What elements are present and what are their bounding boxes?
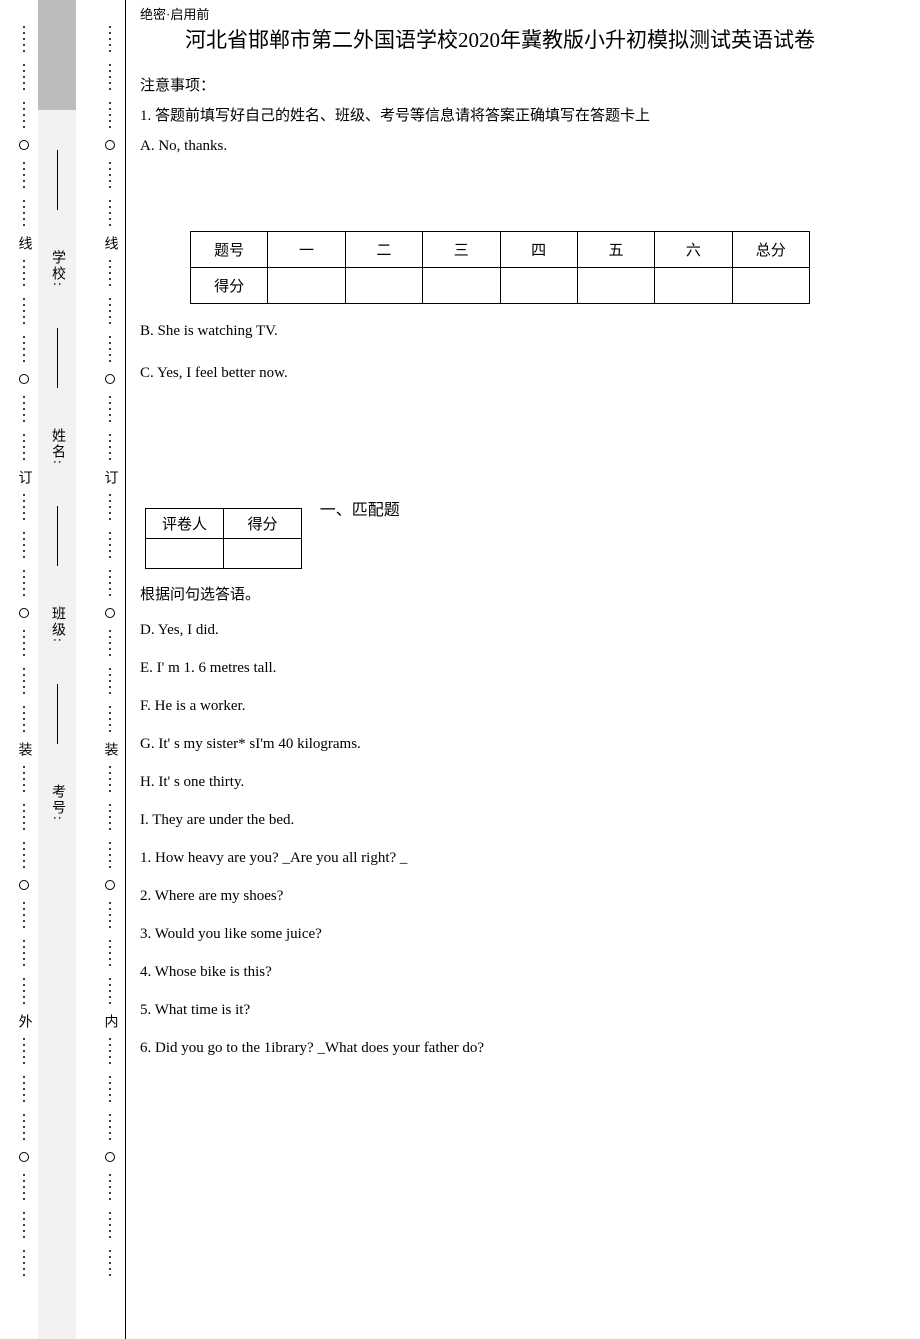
score-col: 三 — [423, 231, 500, 267]
circle-mark-icon — [105, 1152, 115, 1162]
binding-char: 线 — [14, 236, 34, 250]
circle-mark-icon — [105, 608, 115, 618]
info-line — [57, 328, 58, 388]
circle-mark-icon — [105, 880, 115, 890]
score-cell — [655, 267, 732, 303]
question-1: 1. How heavy are you? _Are you all right… — [140, 846, 860, 870]
score-table: 题号 一 二 三 四 五 六 总分 得分 — [190, 231, 810, 304]
grader-table: 评卷人 得分 — [145, 508, 302, 569]
circle-mark-icon — [19, 608, 29, 618]
option-i: I. They are under the bed. — [140, 808, 860, 832]
secret-label: 绝密·启用前 — [140, 4, 860, 23]
instruction-text: 根据问句选答语。 — [140, 583, 860, 604]
binding-strip-outer: 线 订 装 外 — [16, 0, 31, 1339]
binding-char: 订 — [100, 470, 120, 484]
notice-line1: 1. 答题前填写好自己的姓名、班级、考号等信息请将答案正确填写在答题卡上 — [140, 101, 860, 131]
option-g: G. It' s my sister* sI'm 40 kilograms. — [140, 732, 860, 756]
section-title: 一、匹配题 — [320, 496, 400, 520]
score-col: 六 — [655, 231, 732, 267]
score-cell — [345, 267, 422, 303]
score-cell — [268, 267, 345, 303]
question-4: 4. Whose bike is this? — [140, 960, 860, 984]
notice-block: 注意事项： 1. 答题前填写好自己的姓名、班级、考号等信息请将答案正确填写在答题… — [140, 71, 860, 161]
info-name: 姓名: — [47, 428, 67, 466]
binding-border-line — [125, 0, 126, 1339]
grader-row: 评卷人 得分 一、匹配题 — [140, 448, 860, 569]
info-line — [57, 684, 58, 744]
option-a: A. No, thanks. — [140, 131, 860, 161]
score-col: 二 — [345, 231, 422, 267]
circle-mark-icon — [19, 140, 29, 150]
table-row: 题号 一 二 三 四 五 六 总分 — [191, 231, 810, 267]
gray-header-block — [38, 0, 76, 110]
question-6: 6. Did you go to the 1ibrary? _What does… — [140, 1036, 860, 1060]
exam-title: 河北省邯郸市第二外国语学校2020年冀教版小升初模拟测试英语试卷 — [140, 25, 860, 57]
score-cell — [423, 267, 500, 303]
circle-mark-icon — [19, 880, 29, 890]
option-d: D. Yes, I did. — [140, 618, 860, 642]
score-cell — [732, 267, 809, 303]
question-list: 1. How heavy are you? _Are you all right… — [140, 846, 860, 1060]
binding-char: 装 — [14, 742, 34, 756]
score-col: 一 — [268, 231, 345, 267]
circle-mark-icon — [19, 374, 29, 384]
info-class: 班级: — [47, 606, 67, 644]
question-2: 2. Where are my shoes? — [140, 884, 860, 908]
binding-char: 订 — [14, 470, 34, 484]
info-line — [57, 150, 58, 210]
answer-options: D. Yes, I did. E. I' m 1. 6 metres tall.… — [140, 618, 860, 832]
score-label: 得分 — [191, 267, 268, 303]
grader-col2: 得分 — [224, 508, 302, 538]
score-cell — [577, 267, 654, 303]
question-3: 3. Would you like some juice? — [140, 922, 860, 946]
option-e: E. I' m 1. 6 metres tall. — [140, 656, 860, 680]
student-info-column: 考号: 班级: 姓名: 学校: — [38, 110, 76, 1339]
grader-empty — [146, 538, 224, 568]
question-5: 5. What time is it? — [140, 998, 860, 1022]
score-row-label: 题号 — [191, 231, 268, 267]
option-c: C. Yes, I feel better now. — [140, 358, 860, 388]
grader-col1: 评卷人 — [146, 508, 224, 538]
info-line — [57, 506, 58, 566]
circle-mark-icon — [105, 140, 115, 150]
option-f: F. He is a worker. — [140, 694, 860, 718]
table-row — [146, 538, 302, 568]
option-h: H. It' s one thirty. — [140, 770, 860, 794]
table-row: 得分 — [191, 267, 810, 303]
circle-mark-icon — [105, 374, 115, 384]
binding-char: 装 — [100, 742, 120, 756]
grader-empty — [224, 538, 302, 568]
info-exam-no: 考号: — [47, 784, 67, 822]
table-row: 评卷人 得分 — [146, 508, 302, 538]
score-cell — [500, 267, 577, 303]
score-col: 总分 — [732, 231, 809, 267]
score-col: 五 — [577, 231, 654, 267]
notice-heading: 注意事项： — [140, 71, 860, 101]
info-school: 学校: — [47, 250, 67, 288]
binding-strip-inner: 线 订 装 内 — [102, 0, 117, 1339]
binding-char: 线 — [100, 236, 120, 250]
binding-char: 内 — [100, 1014, 120, 1028]
option-b: B. She is watching TV. — [140, 316, 860, 346]
exam-content: 绝密·启用前 河北省邯郸市第二外国语学校2020年冀教版小升初模拟测试英语试卷 … — [140, 0, 900, 1060]
binding-char: 外 — [14, 1014, 34, 1028]
score-col: 四 — [500, 231, 577, 267]
circle-mark-icon — [19, 1152, 29, 1162]
